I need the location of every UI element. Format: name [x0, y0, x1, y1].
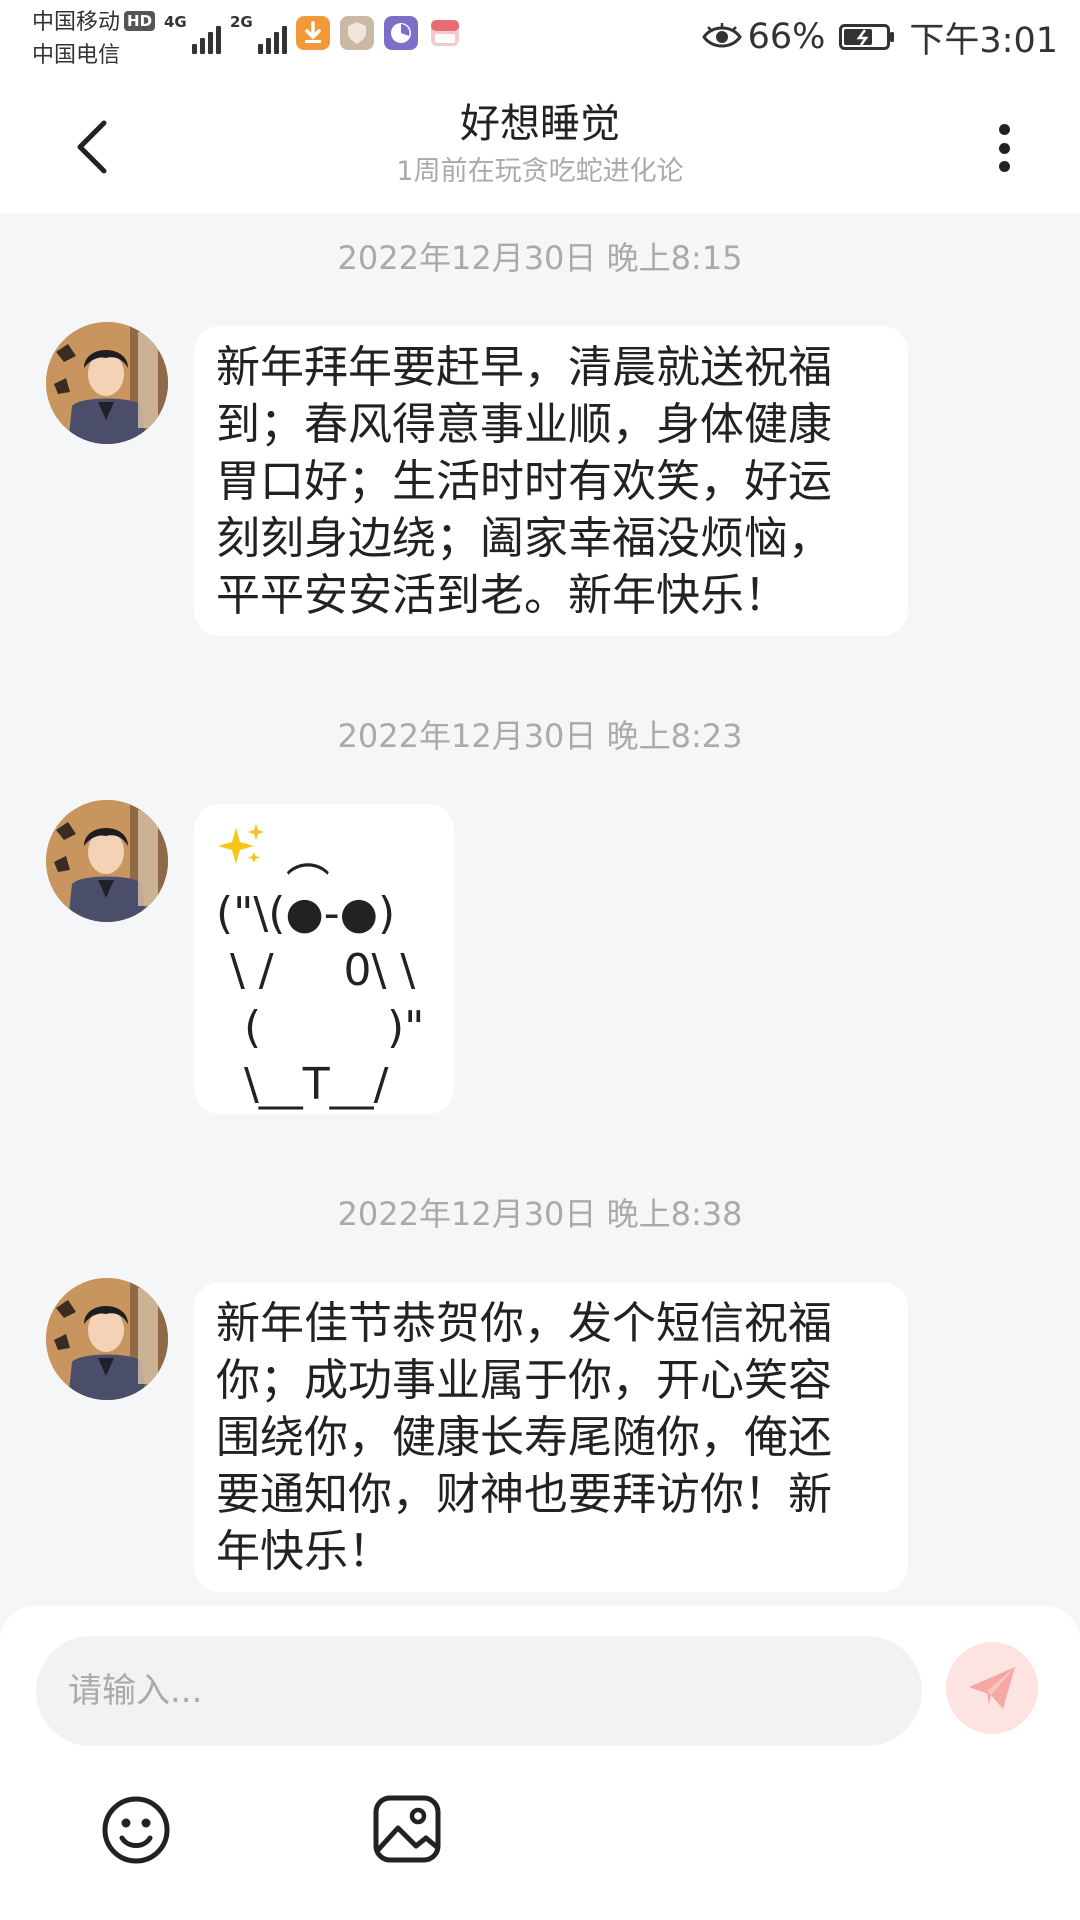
ascii-art-text: ︵ ("\(●-●) \ / 0\ \ ( )" \__T__/ [216, 831, 425, 1110]
signal-2g-icon: 2G [230, 14, 287, 54]
status-bar: 中国移动 HD 中国电信 4G 2G 66% 下午3:01 [0, 0, 1080, 78]
sparkle-icon [218, 824, 264, 864]
paper-plane-icon [969, 1667, 1015, 1709]
image-button[interactable] [372, 1794, 442, 1864]
chat-header: 好想睡觉 1周前在玩贪吃蛇进化论 [0, 78, 1080, 214]
more-dot-icon [998, 124, 1010, 135]
avatar[interactable] [46, 322, 168, 444]
battery-icon [839, 24, 895, 50]
message-bubble[interactable]: 新年拜年要赶早，清晨就送祝福 到；春风得意事业顺，身体健康 胃口好；生活时时有欢… [194, 326, 908, 636]
signal-4g-icon: 4G [164, 14, 221, 54]
message-input[interactable] [36, 1636, 922, 1746]
avatar[interactable] [46, 1278, 168, 1400]
more-dot-icon [998, 161, 1010, 172]
shield-app-icon [340, 16, 374, 50]
send-button[interactable] [946, 1642, 1038, 1734]
chat-title: 好想睡觉 [460, 101, 620, 147]
message-text: 新年拜年要赶早，清晨就送祝福 到；春风得意事业顺，身体健康 胃口好；生活时时有欢… [216, 342, 832, 621]
carrier-info: 中国移动 HD 中国电信 [32, 6, 156, 72]
message-list[interactable]: 2022年12月30日 晚上8:15 新年拜年要赶早，清晨就送祝福 到；春风得意… [0, 214, 1080, 1606]
message-bubble[interactable]: ︵ ("\(●-●) \ / 0\ \ ( )" \__T__/ [194, 804, 454, 1114]
emoji-button[interactable] [100, 1794, 172, 1866]
more-options-button[interactable] [984, 118, 1024, 178]
eye-icon [701, 23, 742, 48]
message-timestamp: 2022年12月30日 晚上8:15 [337, 239, 743, 277]
message-timestamp: 2022年12月30日 晚上8:23 [337, 717, 743, 755]
status-right: 66% 下午3:01 [701, 10, 1058, 64]
chat-subtitle: 1周前在玩贪吃蛇进化论 [396, 156, 684, 187]
message-timestamp: 2022年12月30日 晚上8:38 [337, 1195, 743, 1233]
carrier-1: 中国移动 [32, 10, 121, 35]
message-composer [0, 1606, 1080, 1920]
download-icon [296, 16, 330, 50]
carrier-2: 中国电信 [32, 43, 121, 68]
battery-percent: 66% [747, 17, 826, 57]
message-bubble[interactable]: 新年佳节恭贺你，发个短信祝福 你；成功事业属于你，开心笑容 围绕你，健康长寿尾随… [194, 1282, 908, 1592]
hd-badge: HD [124, 11, 156, 31]
box-app-icon [431, 20, 459, 46]
more-dot-icon [998, 142, 1010, 154]
message-text: 新年佳节恭贺你，发个短信祝福 你；成功事业属于你，开心笑容 围绕你，健康长寿尾随… [216, 1298, 832, 1577]
clock: 下午3:01 [909, 20, 1058, 61]
compass-app-icon [384, 16, 418, 50]
avatar[interactable] [46, 800, 168, 922]
